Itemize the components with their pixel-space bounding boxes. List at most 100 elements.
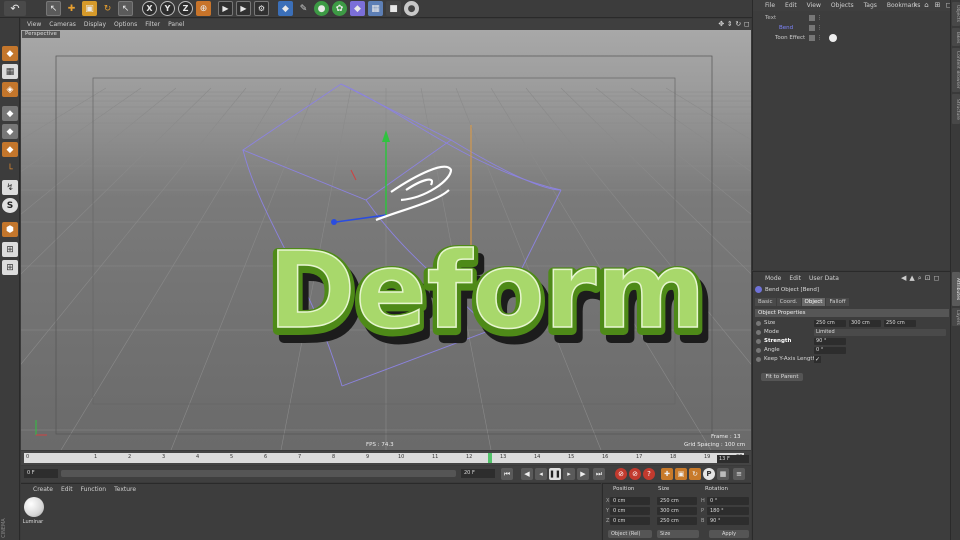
rotate-tool-icon[interactable]: ↻ [100,1,115,16]
record-rotation-icon[interactable]: ↻ [689,468,701,480]
am-menu-edit[interactable]: Edit [789,275,801,282]
size-y-input[interactable]: 300 cm [849,320,881,327]
tab-objects[interactable]: Objects [952,2,960,26]
timeline-ruler[interactable]: 0 1 2 3 4 5 6 7 8 9 10 11 12 13 14 15 16… [24,453,744,463]
mode-dropdown[interactable]: Limited [814,329,946,336]
previous-frame-icon[interactable]: ◂ [535,468,547,480]
size-z-field[interactable]: 250 cm [657,517,697,525]
tab-falloff[interactable]: Falloff [826,298,849,306]
perspective-viewport[interactable]: Deform Deform Deform Perspective Frame :… [21,30,751,450]
render-toggle-icon[interactable]: ⋮ [817,25,822,31]
maximize-view-icon[interactable]: ◻ [744,20,751,28]
rotation-p-field[interactable]: 180 ° [707,507,749,515]
tweak-mode-icon[interactable]: ↯ [2,180,18,195]
solo-icon[interactable]: ⊞ [2,242,18,257]
locked-workplane-icon[interactable]: ⬢ [2,222,18,237]
home-icon[interactable]: ⌂ [922,1,931,10]
object-properties-section[interactable]: Object Properties [755,309,949,317]
animate-dot-icon[interactable] [756,321,761,326]
apply-button[interactable]: Apply [709,530,749,538]
points-mode-icon[interactable]: ◆ [2,106,18,121]
viewport-camera-label[interactable]: Perspective [22,31,60,38]
back-arrow-icon[interactable]: ◀ [901,274,906,283]
next-key-icon[interactable]: ▶ [577,468,589,480]
material-tag-icon[interactable] [829,34,837,42]
preview-range-slider[interactable] [61,470,456,477]
lock-icon[interactable]: ⊡ [925,274,931,283]
strength-input[interactable]: 90 ° [814,338,846,345]
size-x-input[interactable]: 250 cm [814,320,846,327]
viewport-menu-options[interactable]: Options [114,21,137,28]
timeline-playhead[interactable] [488,453,492,463]
om-menu-tags[interactable]: Tags [864,2,877,9]
material-menu-function[interactable]: Function [81,486,107,493]
position-x-field[interactable]: 0 cm [610,497,650,505]
animate-dot-icon[interactable] [756,357,761,362]
deformer-bend-icon[interactable]: ◆ [350,1,365,16]
current-frame-field[interactable]: 13 F [717,455,749,463]
am-menu-mode[interactable]: Mode [765,275,781,282]
play-pause-icon[interactable]: ❚❚ [549,468,561,480]
start-frame-field[interactable]: 0 F [24,469,58,478]
tab-structure[interactable]: Structure [952,94,960,124]
visibility-checkbox[interactable] [809,35,815,41]
viewport-menu-cameras[interactable]: Cameras [49,21,76,28]
size-x-field[interactable]: 250 cm [657,497,697,505]
coordinate-mode-dropdown[interactable]: Object (Rel) [608,530,652,538]
viewport-menu-view[interactable]: View [27,21,41,28]
om-menu-view[interactable]: View [807,2,821,9]
animate-dot-icon[interactable] [756,348,761,353]
tab-attributes[interactable]: Attributes [952,272,960,306]
filter-icon[interactable]: ⊞ [933,1,942,10]
go-to-end-icon[interactable]: ⏭ [593,468,605,480]
material-menu-texture[interactable]: Texture [114,486,136,493]
tab-basic[interactable]: Basic [755,298,776,306]
record-scale-icon[interactable]: ▣ [675,468,687,480]
rotate-view-icon[interactable]: ↻ [735,20,742,28]
floor-grid-icon[interactable]: ▦ [368,1,383,16]
tab-object[interactable]: Object [801,298,826,306]
material-name[interactable]: Luminar [21,519,45,525]
object-row-bend[interactable]: Bend ⋮ [753,23,951,33]
next-frame-icon[interactable]: ▸ [563,468,575,480]
go-to-start-icon[interactable]: ⏮ [501,468,513,480]
record-position-icon[interactable]: ✚ [661,468,673,480]
size-y-field[interactable]: 300 cm [657,507,697,515]
position-y-field[interactable]: 0 cm [610,507,650,515]
viewport-menu-filter[interactable]: Filter [145,21,160,28]
animate-dot-icon[interactable] [756,339,761,344]
light-icon[interactable]: ● [404,1,419,16]
axis-mode-icon[interactable]: └ [2,162,18,177]
am-menu-user-data[interactable]: User Data [809,275,839,282]
record-point-level-icon[interactable]: ▦ [717,468,729,480]
rotation-h-field[interactable]: 0 ° [707,497,749,505]
move-view-icon[interactable]: ✥ [718,20,725,28]
size-mode-dropdown[interactable]: Size [657,530,699,538]
camera-icon[interactable]: ■ [386,1,401,16]
workplane-icon[interactable]: ◈ [2,82,18,97]
new-window-icon[interactable]: ◻ [934,274,940,283]
end-frame-field[interactable]: 20 F [461,469,495,478]
keep-y-axis-checkbox[interactable]: ✓ [814,356,821,363]
viewport-menu-display[interactable]: Display [84,21,106,28]
cube-object-icon[interactable]: ◆ [278,1,293,16]
fit-to-parent-button[interactable]: Fit to Parent [761,373,803,381]
material-menu-edit[interactable]: Edit [61,486,73,493]
polygons-mode-icon[interactable]: ◆ [2,142,18,157]
record-parameter-icon[interactable]: P [703,468,715,480]
move-tool-icon[interactable]: ✚ [64,1,79,16]
object-row-toon-effect[interactable]: Toon Effect ⋮ [753,33,951,43]
edges-mode-icon[interactable]: ◆ [2,124,18,139]
texture-mode-icon[interactable]: ▦ [2,64,18,79]
autokey-icon[interactable]: ⊘ [629,468,641,480]
z-axis-lock-button[interactable]: Z [178,1,193,16]
coordinate-system-icon[interactable]: ⊕ [196,1,211,16]
tab-coord[interactable]: Coord. [776,298,801,306]
scale-tool-icon[interactable]: ▣ [82,1,97,16]
pen-spline-icon[interactable]: ✎ [296,1,311,16]
tab-layers[interactable]: Layers [952,308,960,326]
visibility-checkbox[interactable] [809,15,815,21]
search-icon[interactable]: ⌕ [911,1,920,10]
render-picture-viewer-icon[interactable]: ▶ [236,1,251,16]
material-menu-create[interactable]: Create [33,486,53,493]
